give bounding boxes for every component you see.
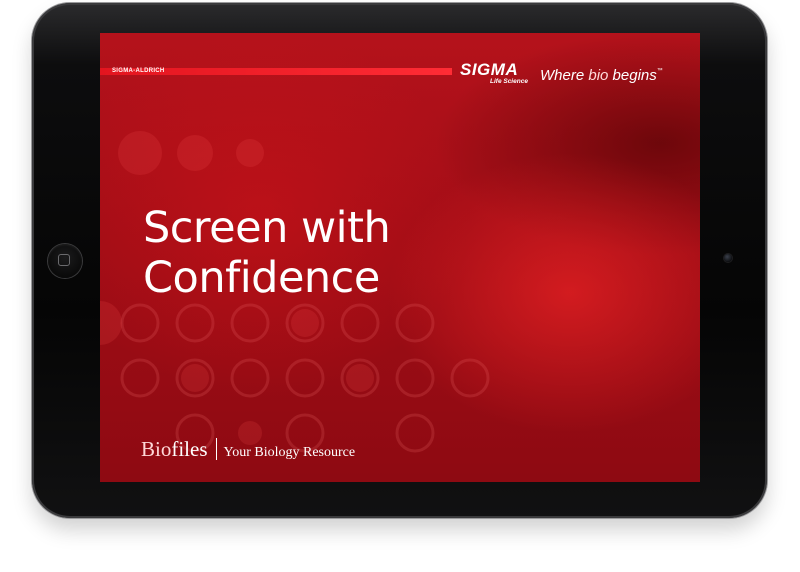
corporate-name: SIGMA-ALDRICH <box>112 68 165 74</box>
brand-logo: SIGMA <box>460 60 519 79</box>
brand-subtitle: Life Science <box>490 78 528 85</box>
tagline-highlight: bio <box>588 67 609 84</box>
front-camera-icon <box>724 254 732 262</box>
footer-resource: Your Biology Resource <box>223 445 356 460</box>
app-screen: SIGMA-ALDRICH SIGMA Life Science Where b… <box>100 33 700 482</box>
home-button-icon <box>58 254 70 266</box>
tagline: Where bio begins™ <box>540 62 663 85</box>
publication-footer: Biofiles Your Biology Resource <box>141 435 355 463</box>
trademark-symbol: ™ <box>656 68 663 74</box>
title-line-2: Confidence <box>143 253 380 303</box>
title-line-1: Screen with <box>143 203 391 253</box>
footer-files: files <box>171 437 208 461</box>
tagline-prefix: Where <box>540 67 589 84</box>
tagline-suffix: begins <box>608 67 657 84</box>
footer-bio: Bio <box>141 437 172 461</box>
page-title: Screen with Confidence <box>143 203 543 303</box>
footer-divider <box>215 438 217 460</box>
